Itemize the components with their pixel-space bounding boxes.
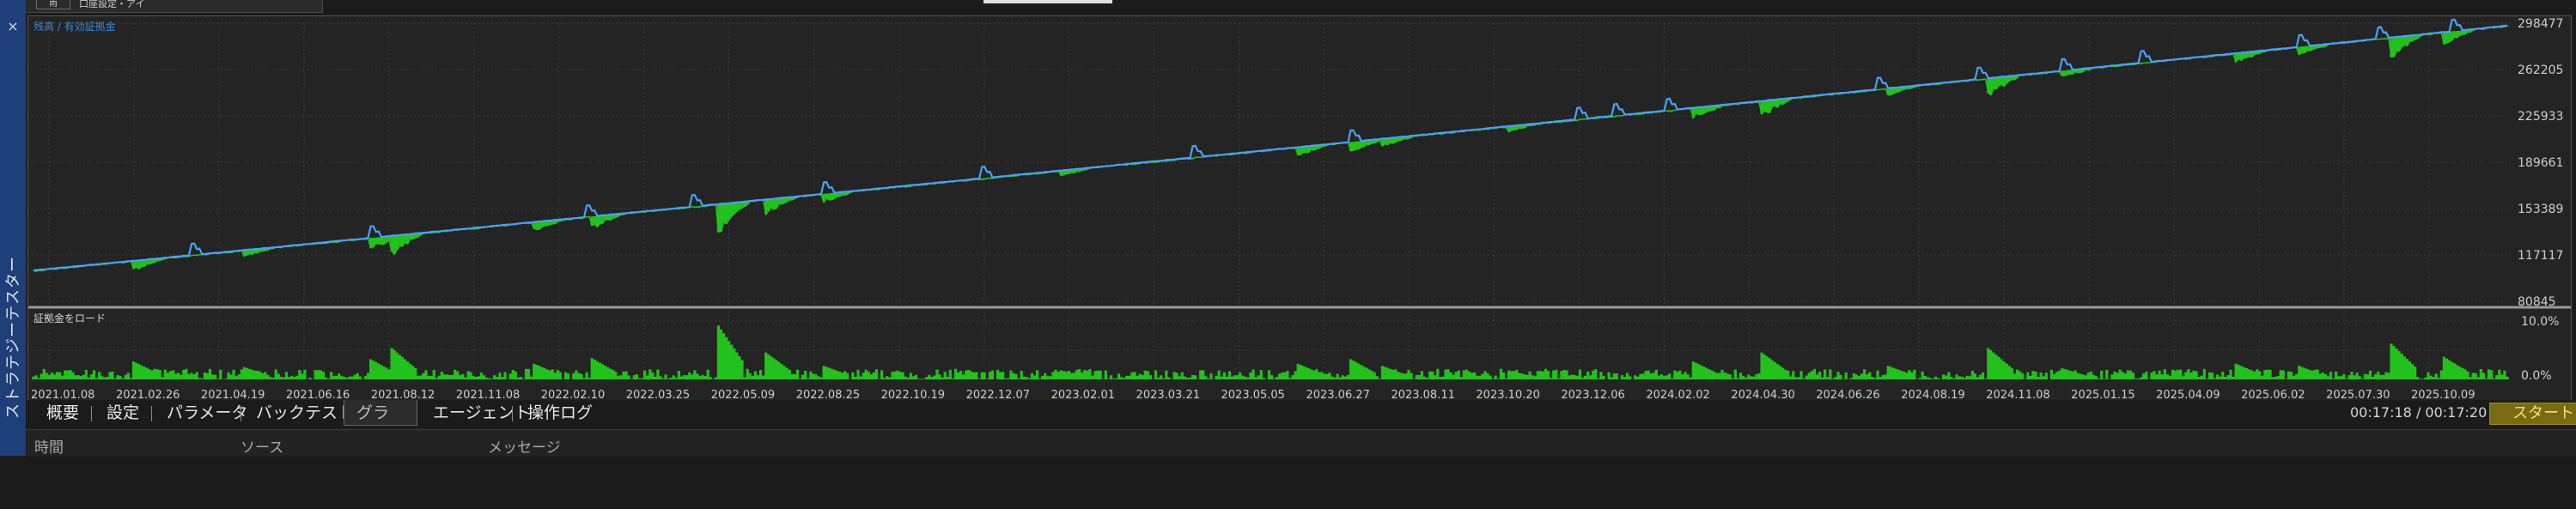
margin-load-bars: [32, 325, 2509, 379]
tab-settings[interactable]: 設定: [94, 400, 151, 426]
load-axis-ticks: 10.0% 0.0%: [2521, 315, 2559, 383]
chart-legend: 残高 / 有効証拠金: [33, 20, 116, 33]
popup-checkbox[interactable]: 雨: [36, 0, 70, 9]
tester-tabs: 概要 設定 パラメータ バックテスト グラフ エージェント 操作ログ 00:17…: [26, 400, 2576, 448]
chart-grid: [32, 22, 2511, 379]
log-col-source: ソース: [241, 439, 284, 457]
load-tick-label: 0.0%: [2521, 369, 2552, 383]
tab-summary[interactable]: 概要: [34, 400, 91, 426]
chart-panel: 298477 262205 225933 189661 153389 117117 8084…: [27, 15, 2572, 403]
log-col-message: メッセージ: [488, 439, 561, 457]
y-tick-label: 117117: [2518, 249, 2563, 263]
settings-popup: 雨 口座設定・アイ: [26, 0, 323, 13]
tab-separator: [91, 406, 92, 421]
log-col-time: 時間: [34, 439, 64, 457]
balance-equity-chart: 2984772622052259331896611533891171178084…: [28, 17, 2571, 402]
strategy-tester-title: ストラテジーテスター: [4, 256, 22, 419]
y-tick-label: 262205: [2518, 64, 2563, 77]
load-bars: [32, 325, 2509, 379]
tab-graph[interactable]: グラフ: [344, 400, 417, 448]
subpanel-label: 証拠金をロード: [33, 312, 106, 324]
y-tick-label: 153389: [2518, 203, 2563, 216]
tab-log[interactable]: 操作ログ: [515, 400, 605, 426]
top-strip: [26, 0, 2576, 15]
top-button[interactable]: [984, 0, 1112, 3]
y-tick-label: 189661: [2518, 156, 2563, 170]
y-tick-label: 298477: [2518, 17, 2563, 31]
log-table-header: 時間 ソース メッセージ: [26, 429, 2576, 457]
close-icon[interactable]: ×: [5, 19, 21, 34]
elapsed-timer: 00:17:18 / 00:17:20: [2350, 404, 2488, 421]
load-tick-label: 10.0%: [2521, 315, 2559, 329]
popup-text: 口座設定・アイ: [79, 0, 145, 9]
balance-series: [33, 18, 2508, 272]
y-tick-label: 225933: [2518, 110, 2563, 124]
balance-line: [33, 18, 2508, 272]
y-axis-ticks: 2984772622052259331896611533891171178084…: [2518, 17, 2563, 309]
tab-separator: [151, 406, 152, 421]
start-button[interactable]: スタート: [2489, 403, 2576, 425]
tab-separator: [512, 406, 513, 421]
strategy-tester-sidebar: × ストラテジーテスター: [0, 0, 26, 456]
